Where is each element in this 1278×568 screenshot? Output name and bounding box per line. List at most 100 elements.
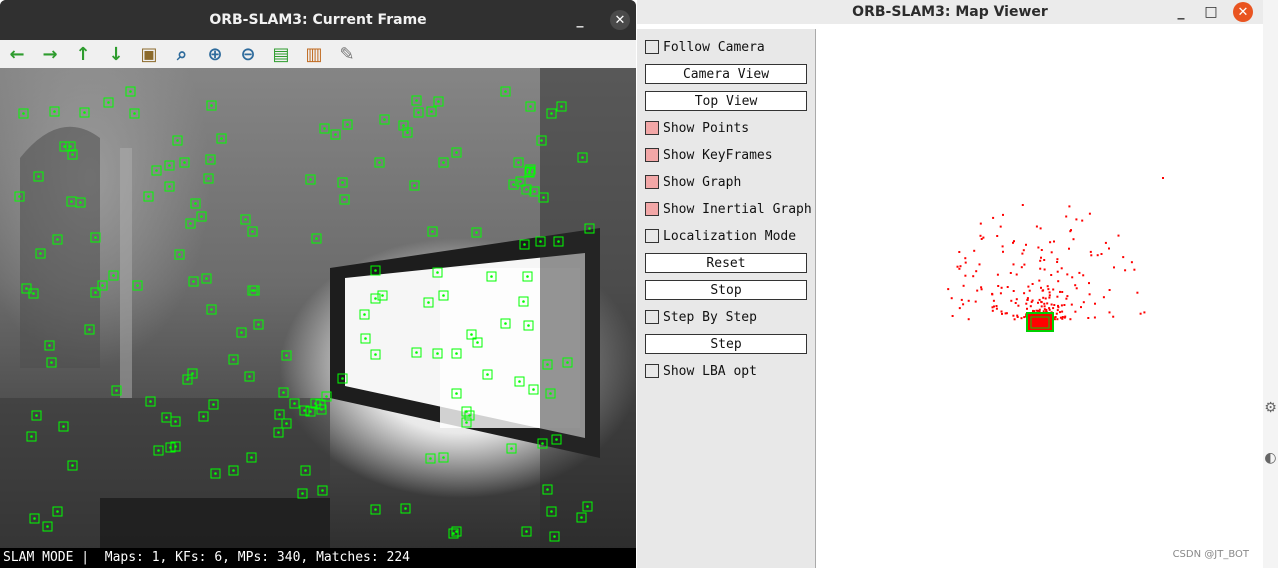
image-icon[interactable]: ▣ — [136, 42, 162, 66]
map-point — [1039, 259, 1042, 262]
checkbox-label: Show Points — [663, 120, 750, 136]
show-keyframes-checkbox[interactable]: Show KeyFrames — [645, 145, 773, 165]
save-icon[interactable]: ▤ — [268, 42, 294, 66]
camera-view-button[interactable]: Camera View — [645, 64, 807, 84]
feature-point — [580, 516, 583, 519]
minimize-button[interactable]: _ — [1167, 0, 1195, 24]
feature-point — [417, 111, 420, 114]
map-point — [958, 251, 961, 253]
show-lba-opt-checkbox[interactable]: Show LBA opt — [645, 361, 757, 381]
map-point — [1094, 302, 1096, 305]
step-button[interactable]: Step — [645, 334, 807, 354]
map-point — [978, 263, 981, 266]
map-point — [1031, 283, 1034, 285]
show-inertial-graph-checkbox[interactable]: Show Inertial Graph — [645, 199, 812, 219]
feature-point — [39, 252, 42, 255]
feature-point — [69, 145, 72, 148]
checkbox-box[interactable] — [645, 148, 659, 162]
brush-icon[interactable]: ✎ — [334, 42, 360, 66]
map-point — [1070, 303, 1073, 306]
map-point — [1057, 280, 1060, 283]
map-point — [1075, 287, 1078, 290]
feature-point — [404, 507, 407, 510]
feature-point — [250, 456, 253, 459]
map-viewer-titlebar[interactable]: ORB-SLAM3: Map Viewer _ □ ✕ — [637, 0, 1263, 24]
map-point — [1078, 271, 1081, 274]
feature-point — [557, 240, 560, 243]
feature-point — [37, 175, 40, 178]
feature-point — [430, 110, 433, 113]
checkbox-box[interactable] — [645, 364, 659, 378]
down-arrow-icon[interactable]: ↓ — [103, 42, 129, 66]
zoom-fit-icon[interactable]: ⌕ — [169, 42, 195, 66]
camera-frame-image — [0, 68, 636, 548]
feature-point — [189, 222, 192, 225]
localization-mode-checkbox[interactable]: Localization Mode — [645, 226, 796, 246]
feature-point — [319, 403, 322, 406]
cog-icon[interactable]: ⚙ — [1263, 400, 1278, 422]
map-point — [1065, 215, 1068, 218]
map-viewer-window: ORB-SLAM3: Map Viewer _ □ ✕ Follow Camer… — [637, 0, 1263, 568]
show-graph-checkbox[interactable]: Show Graph — [645, 172, 741, 192]
feature-point — [321, 489, 324, 492]
map-point — [1060, 304, 1063, 307]
map-point — [1038, 279, 1041, 282]
checkbox-box[interactable] — [645, 202, 659, 216]
checkbox-box[interactable] — [645, 40, 659, 54]
feature-point — [436, 352, 439, 355]
top-view-button[interactable]: Top View — [645, 91, 807, 111]
feature-point — [363, 313, 366, 316]
feature-point — [107, 101, 110, 104]
feature-point — [504, 322, 507, 325]
forward-arrow-icon[interactable]: → — [37, 42, 63, 66]
show-points-checkbox[interactable]: Show Points — [645, 118, 749, 138]
feature-point — [209, 158, 212, 161]
feature-point — [53, 110, 56, 113]
feature-point — [147, 195, 150, 198]
feature-point — [402, 124, 405, 127]
feature-point — [282, 391, 285, 394]
feature-point — [129, 90, 132, 93]
follow-camera-checkbox[interactable]: Follow Camera — [645, 37, 765, 57]
map-point — [1133, 268, 1136, 271]
map-point — [1112, 315, 1115, 318]
maximize-button[interactable]: □ — [1197, 0, 1225, 24]
map-point — [962, 284, 965, 287]
feature-point — [25, 287, 28, 290]
current-frame-window: ORB-SLAM3: Current Frame _ ✕ ← → ↑ ↓ ▣ ⌕ ⊕ ⊖ ▤ ▥ ✎… — [0, 0, 636, 568]
feature-point — [588, 227, 591, 230]
map-point — [1124, 269, 1127, 272]
zoom-in-icon[interactable]: ⊕ — [202, 42, 228, 66]
clipboard-icon[interactable]: ▥ — [301, 42, 327, 66]
feature-point — [301, 492, 304, 495]
map-point — [964, 261, 967, 264]
checkbox-box[interactable] — [645, 175, 659, 189]
map-point — [1020, 317, 1023, 320]
map-view-canvas[interactable]: CSDN @JT_BOT — [816, 29, 1263, 568]
current-frame-titlebar[interactable]: ORB-SLAM3: Current Frame _ ✕ — [0, 0, 636, 40]
reset-button[interactable]: Reset — [645, 253, 807, 273]
step-by-step-checkbox[interactable]: Step By Step — [645, 307, 757, 327]
map-point — [974, 300, 977, 303]
circle-icon[interactable]: ◐ — [1263, 450, 1278, 472]
close-button[interactable]: ✕ — [610, 10, 630, 30]
feature-point — [475, 231, 478, 234]
minimize-button[interactable]: _ — [566, 0, 594, 40]
map-point — [1017, 304, 1020, 307]
zoom-out-icon[interactable]: ⊖ — [235, 42, 261, 66]
close-button[interactable]: ✕ — [1233, 2, 1253, 22]
feature-point — [346, 123, 349, 126]
checkbox-box[interactable] — [645, 121, 659, 135]
map-point — [1052, 288, 1055, 291]
feature-point — [550, 510, 553, 513]
map-point — [1059, 290, 1061, 293]
checkbox-box[interactable] — [645, 310, 659, 324]
up-arrow-icon[interactable]: ↑ — [70, 42, 96, 66]
feature-point — [94, 236, 97, 239]
map-point — [959, 265, 962, 268]
feature-point — [455, 151, 458, 154]
feature-point — [191, 372, 194, 375]
checkbox-box[interactable] — [645, 229, 659, 243]
stop-button[interactable]: Stop — [645, 280, 807, 300]
back-arrow-icon[interactable]: ← — [4, 42, 30, 66]
